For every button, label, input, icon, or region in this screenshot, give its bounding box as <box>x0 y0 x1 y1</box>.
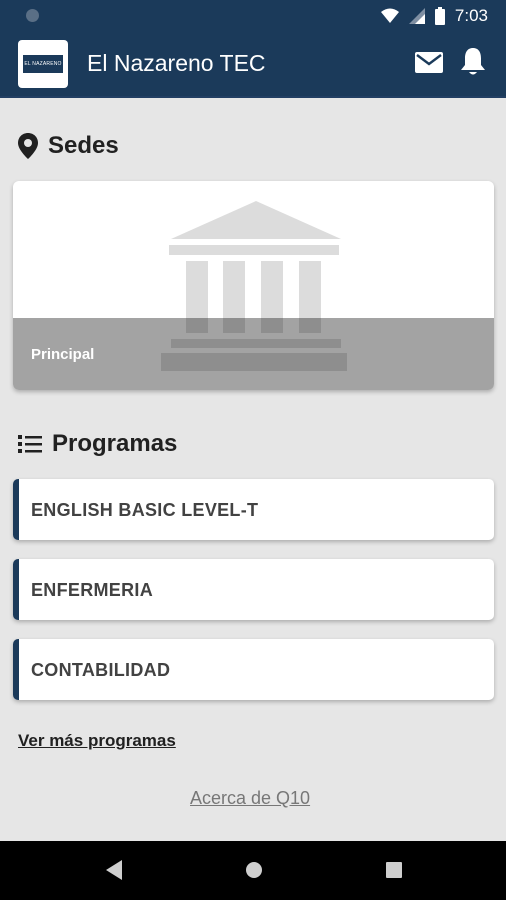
battery-icon <box>434 7 445 25</box>
about-link[interactable]: Acerca de Q10 <box>190 788 310 809</box>
status-icons: 7:03 <box>380 6 488 26</box>
list-icon <box>18 435 42 453</box>
program-accent-bar <box>13 479 19 540</box>
bell-icon[interactable] <box>458 46 488 78</box>
status-time: 7:03 <box>454 6 488 25</box>
app-title: El Nazareno TEC <box>87 50 266 76</box>
recents-icon[interactable] <box>384 859 404 881</box>
mail-icon[interactable] <box>414 48 444 78</box>
program-item[interactable]: ENFERMERIA <box>13 559 494 620</box>
building-overlay-icon <box>161 318 347 371</box>
sedes-header: Sedes <box>18 132 119 160</box>
program-label: ENGLISH BASIC LEVEL-T <box>31 500 259 520</box>
location-pin-icon <box>18 133 38 159</box>
programas-title: Programas <box>52 430 178 457</box>
program-label: ENFERMERIA <box>31 580 154 600</box>
signal-icon <box>408 8 425 24</box>
app-logo: EL NAZARENO <box>18 40 68 88</box>
more-programs-link[interactable]: Ver más programas <box>18 731 176 751</box>
program-accent-bar <box>13 559 19 620</box>
home-icon[interactable] <box>244 859 264 881</box>
programas-header: Programas <box>18 430 177 458</box>
navigation-bar <box>0 841 506 900</box>
sede-card-principal[interactable]: Principal <box>13 181 494 390</box>
program-item[interactable]: CONTABILIDAD <box>13 639 494 700</box>
sedes-title: Sedes <box>48 132 119 159</box>
status-bar: 7:03 <box>0 0 506 32</box>
wifi-icon <box>380 8 399 23</box>
program-accent-bar <box>13 639 19 700</box>
sede-card-label: Principal <box>31 346 95 363</box>
notification-dot-icon <box>26 9 39 22</box>
back-icon[interactable] <box>104 859 124 881</box>
app-bar: EL NAZARENO El Nazareno TEC <box>0 32 506 98</box>
logo-text: EL NAZARENO <box>23 55 63 73</box>
program-label: CONTABILIDAD <box>31 660 171 680</box>
program-item[interactable]: ENGLISH BASIC LEVEL-T <box>13 479 494 540</box>
